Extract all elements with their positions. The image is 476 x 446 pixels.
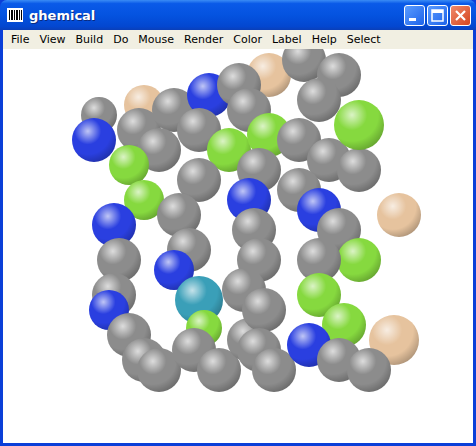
close-button[interactable] <box>450 5 471 26</box>
atom-sphere[interactable] <box>109 145 149 185</box>
menu-item[interactable]: File <box>6 31 34 48</box>
atom-sphere[interactable] <box>337 238 381 282</box>
minimize-button[interactable] <box>404 5 425 26</box>
molecule-viewport[interactable] <box>3 49 473 443</box>
menu-item[interactable]: Do <box>108 31 133 48</box>
ghemical-window: ghemical FileViewBuildDoMouseRenderColorL… <box>0 0 476 446</box>
maximize-button[interactable] <box>427 5 448 26</box>
title-bar[interactable]: ghemical <box>0 0 476 30</box>
atom-sphere[interactable] <box>347 348 391 392</box>
menu-item[interactable]: Render <box>179 31 228 48</box>
atom-sphere[interactable] <box>242 288 286 332</box>
menu-item[interactable]: Build <box>71 31 109 48</box>
window-title: ghemical <box>29 8 404 23</box>
menu-item[interactable]: Select <box>342 31 386 48</box>
menu-item[interactable]: Label <box>267 31 307 48</box>
atom-sphere[interactable] <box>72 118 116 162</box>
app-barcode-icon <box>7 7 23 23</box>
close-icon <box>450 5 471 26</box>
menu-bar: FileViewBuildDoMouseRenderColorLabelHelp… <box>3 30 473 49</box>
atom-sphere[interactable] <box>334 100 384 150</box>
menu-item[interactable]: Color <box>228 31 267 48</box>
atom-sphere[interactable] <box>377 193 421 237</box>
atom-sphere[interactable] <box>297 78 341 122</box>
atom-sphere[interactable] <box>337 148 381 192</box>
maximize-icon <box>427 5 448 26</box>
window-controls <box>404 5 471 26</box>
minimize-icon <box>404 5 425 26</box>
menu-item[interactable]: Help <box>307 31 342 48</box>
menu-item[interactable]: Mouse <box>133 31 179 48</box>
menu-item[interactable]: View <box>34 31 70 48</box>
window-frame: FileViewBuildDoMouseRenderColorLabelHelp… <box>3 30 473 443</box>
